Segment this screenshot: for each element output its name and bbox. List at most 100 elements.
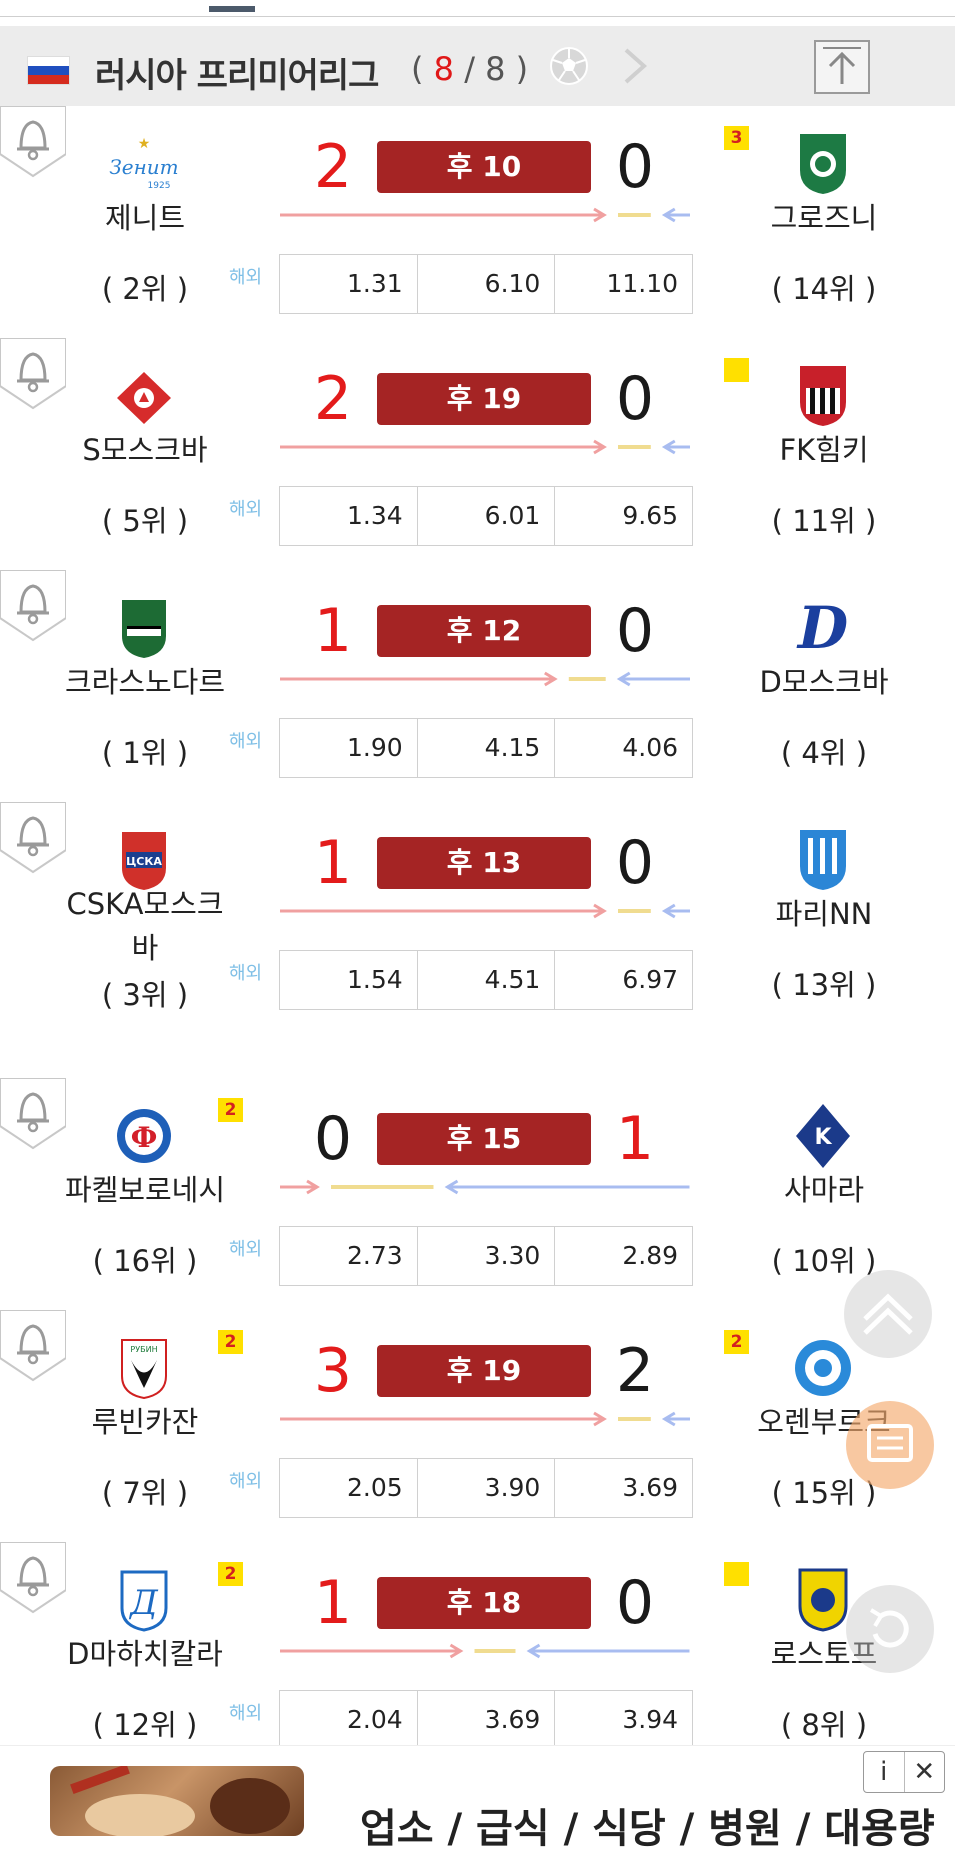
away-score: 0 bbox=[615, 364, 655, 434]
away-win-odds[interactable]: 2.89 bbox=[555, 1227, 692, 1285]
match-status-badge[interactable]: 후 13 bbox=[377, 837, 591, 889]
away-team-logo[interactable] bbox=[788, 126, 858, 196]
home-team-logo[interactable]: Ф bbox=[109, 1098, 179, 1168]
home-yellow-card-badge: 2 bbox=[218, 1562, 243, 1586]
draw-odds[interactable]: 4.15 bbox=[418, 719, 556, 777]
home-team-rank: ( 5위 ) bbox=[101, 504, 189, 538]
away-team-logo[interactable]: K bbox=[788, 1098, 858, 1168]
ad-image[interactable] bbox=[50, 1766, 304, 1836]
match-row[interactable]: Ф 2 K 파켈보로네시 ( 16위 ) 0 후 15 1 사마라 ( 10위 … bbox=[0, 1078, 955, 1313]
bell-icon[interactable] bbox=[0, 802, 66, 876]
away-team-logo[interactable] bbox=[788, 358, 858, 428]
home-team-name[interactable]: 루빈카잔 bbox=[40, 1400, 250, 1444]
away-win-odds[interactable]: 3.69 bbox=[555, 1459, 692, 1517]
home-win-odds[interactable]: 2.73 bbox=[280, 1227, 418, 1285]
odds-box: 2.73 3.30 2.89 bbox=[279, 1226, 693, 1286]
draw-odds[interactable]: 6.10 bbox=[418, 255, 556, 313]
away-team-name[interactable]: 파리NN bbox=[718, 892, 930, 936]
home-win-odds[interactable]: 1.31 bbox=[280, 255, 418, 313]
away-team-name[interactable]: D모스크바 bbox=[718, 660, 930, 704]
svg-text:Зенит: Зенит bbox=[109, 155, 178, 179]
svg-text:РУБИН: РУБИН bbox=[130, 1345, 157, 1354]
away-score: 0 bbox=[615, 132, 655, 202]
chevron-right-icon[interactable] bbox=[620, 44, 650, 88]
match-row[interactable]: ЦСКА CSKA모스크바 ( 3위 ) 1 후 13 0 파리NN ( 13위… bbox=[0, 802, 955, 1081]
draw-odds[interactable]: 4.51 bbox=[418, 951, 556, 1009]
active-tab-indicator bbox=[209, 6, 255, 12]
russia-flag-icon bbox=[27, 56, 70, 85]
bell-icon[interactable] bbox=[0, 338, 66, 412]
draw-odds[interactable]: 3.30 bbox=[418, 1227, 556, 1285]
home-score: 2 bbox=[313, 132, 353, 202]
away-win-odds[interactable]: 4.06 bbox=[555, 719, 692, 777]
refresh-float-button[interactable] bbox=[845, 1584, 935, 1674]
home-team-logo[interactable]: РУБИН bbox=[109, 1330, 179, 1400]
match-row[interactable]: Д 2 D마하치칼라 ( 12위 ) 1 후 18 0 로스토프 ( 8위 ) … bbox=[0, 1542, 955, 1777]
away-team-name[interactable]: FK힘키 bbox=[718, 428, 930, 472]
home-team-logo[interactable] bbox=[109, 358, 179, 428]
home-team-name[interactable]: 크라스노다르 bbox=[40, 660, 250, 704]
draw-odds[interactable]: 3.90 bbox=[418, 1459, 556, 1517]
match-status-badge[interactable]: 후 19 bbox=[377, 373, 591, 425]
away-win-odds[interactable]: 3.94 bbox=[555, 1691, 692, 1749]
overseas-odds-label: 해외 bbox=[229, 1703, 263, 1724]
home-score: 1 bbox=[313, 596, 353, 666]
match-status-badge[interactable]: 후 18 bbox=[377, 1577, 591, 1629]
home-team-logo[interactable]: Д bbox=[109, 1562, 179, 1632]
chat-float-button[interactable] bbox=[845, 1400, 935, 1490]
match-row[interactable]: ★ Зенит 1925 3 제니트 ( 2위 ) 2 후 10 0 그로즈니 ( … bbox=[0, 106, 955, 341]
ad-banner[interactable]: 업소 / 급식 / 식당 / 병원 / 대용량 i ✕ bbox=[0, 1745, 955, 1852]
home-team-name[interactable]: S모스크바 bbox=[40, 428, 250, 472]
home-win-odds[interactable]: 1.54 bbox=[280, 951, 418, 1009]
ad-info-button[interactable]: i bbox=[864, 1752, 905, 1792]
away-team-logo[interactable] bbox=[788, 1330, 858, 1400]
home-win-odds[interactable]: 1.90 bbox=[280, 719, 418, 777]
away-win-odds[interactable]: 11.10 bbox=[555, 255, 692, 313]
away-win-odds[interactable]: 6.97 bbox=[555, 951, 692, 1009]
home-win-odds[interactable]: 2.04 bbox=[280, 1691, 418, 1749]
home-score: 1 bbox=[313, 828, 353, 898]
soccer-ball-icon[interactable] bbox=[549, 46, 589, 86]
svg-text:Д: Д bbox=[128, 1583, 159, 1623]
away-team-name[interactable]: 그로즈니 bbox=[718, 196, 930, 240]
bell-icon[interactable] bbox=[0, 570, 66, 644]
match-status-badge[interactable]: 후 10 bbox=[377, 141, 591, 193]
home-team-name[interactable]: 파켈보로네시 bbox=[40, 1168, 250, 1212]
scroll-to-top-button[interactable] bbox=[814, 40, 870, 94]
home-team-name[interactable]: CSKA모스크바 bbox=[60, 882, 230, 970]
match-row[interactable]: D 크라스노다르 ( 1위 ) 1 후 12 0 D모스크바 ( 4위 ) 해외… bbox=[0, 570, 955, 805]
ad-headline[interactable]: 업소 / 급식 / 식당 / 병원 / 대용량 bbox=[360, 1796, 935, 1854]
match-row[interactable]: S모스크바 ( 5위 ) 2 후 19 0 FK힘키 ( 11위 ) 해외 1.… bbox=[0, 338, 955, 573]
momentum-flow-bar bbox=[280, 1411, 690, 1427]
home-team-name[interactable]: 제니트 bbox=[40, 196, 250, 240]
home-yellow-card-badge: 2 bbox=[218, 1098, 243, 1122]
away-team-name[interactable]: 사마라 bbox=[718, 1168, 930, 1212]
match-row[interactable]: РУБИН 2 2 루빈카잔 ( 7위 ) 3 후 19 2 오렌부르크 ( 1… bbox=[0, 1310, 955, 1545]
home-team-logo[interactable]: ★ Зенит 1925 bbox=[109, 126, 179, 196]
bell-icon[interactable] bbox=[0, 1078, 66, 1152]
draw-odds[interactable]: 3.69 bbox=[418, 1691, 556, 1749]
home-win-odds[interactable]: 2.05 bbox=[280, 1459, 418, 1517]
draw-odds[interactable]: 6.01 bbox=[418, 487, 556, 545]
bell-icon[interactable] bbox=[0, 1310, 66, 1384]
match-status-badge[interactable]: 후 19 bbox=[377, 1345, 591, 1397]
away-score: 2 bbox=[615, 1336, 655, 1406]
away-win-odds[interactable]: 9.65 bbox=[555, 487, 692, 545]
bell-icon[interactable] bbox=[0, 106, 66, 180]
match-status-badge[interactable]: 후 15 bbox=[377, 1113, 591, 1165]
bell-icon[interactable] bbox=[0, 1542, 66, 1616]
match-status-badge[interactable]: 후 12 bbox=[377, 605, 591, 657]
count-current: 8 bbox=[433, 50, 455, 88]
away-team-logo[interactable]: D bbox=[788, 590, 858, 660]
home-team-name[interactable]: D마하치칼라 bbox=[40, 1632, 250, 1676]
away-team-logo[interactable] bbox=[788, 822, 858, 892]
home-win-odds[interactable]: 1.34 bbox=[280, 487, 418, 545]
count-close: ) bbox=[505, 50, 529, 88]
home-team-logo[interactable] bbox=[109, 590, 179, 660]
ad-close-button[interactable]: ✕ bbox=[905, 1752, 945, 1792]
away-team-rank: ( 14위 ) bbox=[771, 272, 877, 306]
home-team-rank: ( 7위 ) bbox=[101, 1476, 189, 1510]
svg-text:K: K bbox=[814, 1125, 832, 1150]
away-score: 0 bbox=[615, 596, 655, 666]
scroll-up-float-button[interactable] bbox=[843, 1269, 933, 1359]
